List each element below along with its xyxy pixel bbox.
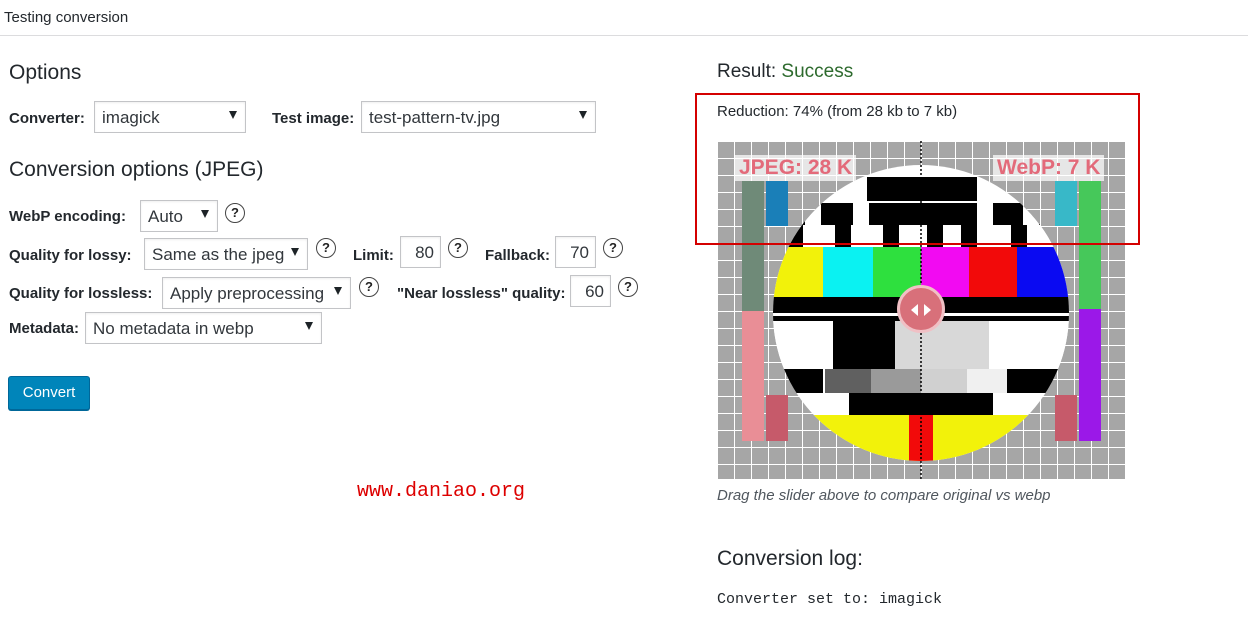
conversion-options-heading: Conversion options (JPEG)	[9, 158, 264, 181]
converter-select-value: imagick	[102, 108, 160, 127]
near-lossless-input[interactable]: 60	[570, 275, 611, 307]
test-image-select[interactable]: test-pattern-tv.jpg	[361, 101, 596, 133]
chevron-down-icon	[201, 210, 209, 218]
result-status: Success	[781, 61, 854, 82]
slider-handle[interactable]	[897, 285, 945, 333]
webp-encoding-select[interactable]: Auto	[140, 200, 218, 232]
converter-select[interactable]: imagick	[94, 101, 246, 133]
help-icon[interactable]: ?	[359, 277, 379, 297]
page-title: Testing conversion	[4, 9, 129, 26]
metadata-value: No metadata in webp	[93, 319, 254, 338]
help-icon[interactable]: ?	[448, 238, 468, 258]
chevron-down-icon	[334, 287, 342, 295]
limit-input[interactable]: 80	[400, 236, 441, 268]
test-image-select-value: test-pattern-tv.jpg	[369, 108, 501, 127]
quality-lossless-label: Quality for lossless:	[9, 285, 153, 302]
chevron-down-icon	[579, 111, 587, 119]
chevron-down-icon	[229, 111, 237, 119]
slider-caption: Drag the slider above to compare origina…	[717, 487, 1051, 504]
metadata-label: Metadata:	[9, 320, 80, 337]
options-heading: Options	[9, 61, 82, 84]
help-icon[interactable]: ?	[316, 238, 336, 258]
help-icon[interactable]: ?	[225, 203, 245, 223]
webp-encoding-label: WebP encoding:	[9, 208, 126, 225]
quality-lossless-select[interactable]: Apply preprocessing	[162, 277, 351, 309]
highlight-box	[695, 93, 1140, 245]
quality-lossless-value: Apply preprocessing	[170, 284, 325, 303]
help-icon[interactable]: ?	[618, 277, 638, 297]
near-lossless-label: "Near lossless" quality:	[397, 285, 566, 302]
page-header: Testing conversion	[0, 0, 1248, 36]
quality-lossy-select[interactable]: Same as the jpeg	[144, 238, 308, 270]
metadata-select[interactable]: No metadata in webp	[85, 312, 322, 344]
converter-label: Converter:	[9, 110, 85, 127]
conversion-log-heading: Conversion log:	[717, 547, 863, 570]
watermark-text: www.daniao.org	[357, 480, 526, 503]
chevron-down-icon	[291, 248, 299, 256]
chevron-down-icon	[305, 322, 313, 330]
quality-lossy-value: Same as the jpeg	[152, 245, 285, 264]
webp-encoding-value: Auto	[148, 207, 183, 226]
result-heading: Result: Success	[717, 61, 853, 83]
convert-button[interactable]: Convert	[8, 376, 90, 410]
help-icon[interactable]: ?	[603, 238, 623, 258]
fallback-label: Fallback:	[485, 247, 551, 264]
log-line: Converter set to: imagick	[717, 591, 943, 608]
quality-lossy-label: Quality for lossy:	[9, 247, 132, 264]
test-image-label: Test image:	[272, 110, 355, 127]
limit-label: Limit:	[353, 247, 394, 264]
fallback-input[interactable]: 70	[555, 236, 596, 268]
result-label: Result:	[717, 61, 777, 82]
